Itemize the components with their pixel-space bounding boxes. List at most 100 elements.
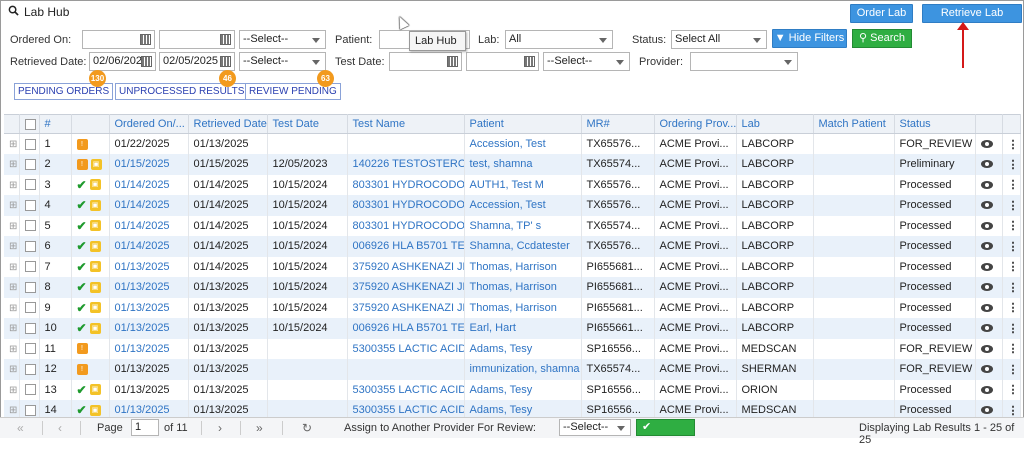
expand-icon[interactable]: ⊞ (4, 133, 20, 154)
expand-icon[interactable]: ⊞ (4, 359, 20, 380)
row-checkbox[interactable] (19, 236, 40, 257)
column-header[interactable]: Test Name (347, 114, 465, 134)
patient-link[interactable]: Accession, Test (464, 195, 582, 216)
row-checkbox[interactable] (19, 318, 40, 339)
test-name-link[interactable]: 140226 TESTOSTERON (347, 154, 465, 175)
test-name-link[interactable]: 006926 HLA B5701 TES (347, 236, 465, 257)
test-date-to-field[interactable] (466, 52, 539, 71)
select-all-checkbox[interactable] (19, 114, 40, 134)
column-header[interactable]: Ordering Prov... (654, 114, 737, 134)
expand-icon[interactable]: ⊞ (4, 297, 20, 318)
test-name-link[interactable]: 803301 HYDROCODON (347, 174, 465, 195)
order-lab-button[interactable]: Order Lab (850, 4, 913, 23)
calendar-icon[interactable] (220, 34, 231, 45)
document-icon[interactable]: ▣ (89, 261, 101, 273)
document-icon[interactable]: ▣ (89, 240, 101, 252)
document-icon[interactable]: ▣ (89, 179, 101, 191)
expand-icon[interactable]: ⊞ (4, 215, 20, 236)
patient-link[interactable]: Adams, Tesy (464, 338, 582, 359)
calendar-icon[interactable] (524, 56, 535, 67)
expand-icon[interactable]: ⊞ (4, 195, 20, 216)
process-button[interactable]: ✔ Process (636, 419, 695, 448)
ordered-on-cell[interactable]: 01/14/2025 (109, 215, 189, 236)
view-icon[interactable] (975, 133, 1003, 154)
view-icon[interactable] (975, 338, 1003, 359)
table-row[interactable]: ⊞ 5 ✔ ▣ 01/14/2025 01/14/2025 10/15/2024 803301… (4, 215, 1021, 236)
view-icon[interactable] (975, 277, 1003, 298)
more-menu-icon[interactable]: ⋮ (1002, 318, 1021, 339)
more-menu-icon[interactable]: ⋮ (1002, 215, 1021, 236)
view-icon[interactable] (975, 318, 1003, 339)
row-checkbox[interactable] (19, 195, 40, 216)
ordered-on-cell[interactable]: 01/15/2025 (109, 154, 189, 175)
test-name-link[interactable]: 5300355 LACTIC ACID I (347, 338, 465, 359)
expand-icon[interactable]: ⊞ (4, 154, 20, 175)
table-row[interactable]: ⊞ 12! 01/13/2025 01/13/2025 immunization, sh… (4, 359, 1021, 380)
patient-link[interactable]: Thomas, Harrison (464, 297, 582, 318)
first-page-button[interactable]: « (17, 420, 24, 436)
expand-icon[interactable]: ⊞ (4, 318, 20, 339)
ordered-range-select[interactable]: --Select-- (239, 30, 326, 49)
expand-icon[interactable]: ⊞ (4, 174, 20, 195)
ordered-on-cell[interactable]: 01/14/2025 (109, 174, 189, 195)
column-header[interactable]: Retrieved Date (188, 114, 268, 134)
patient-link[interactable]: Thomas, Harrison (464, 256, 582, 277)
row-checkbox[interactable] (19, 174, 40, 195)
assign-provider-select[interactable]: --Select-- (559, 419, 631, 436)
column-header[interactable]: MR# (581, 114, 655, 134)
expand-icon[interactable]: ⊞ (4, 379, 20, 400)
retrieved-range-select[interactable]: --Select-- (239, 52, 326, 71)
lab-select[interactable]: All (505, 30, 613, 49)
patient-link[interactable]: Earl, Hart (464, 318, 582, 339)
more-menu-icon[interactable]: ⋮ (1002, 133, 1021, 154)
ordered-to-field[interactable] (159, 30, 235, 49)
more-menu-icon[interactable]: ⋮ (1002, 256, 1021, 277)
column-header[interactable]: # (39, 114, 72, 134)
more-menu-icon[interactable]: ⋮ (1002, 174, 1021, 195)
table-row[interactable]: ⊞ 10 ✔ ▣ 01/13/2025 01/13/2025 10/15/2024 00692… (4, 318, 1021, 339)
next-page-button[interactable]: › (218, 420, 222, 436)
ordered-on-cell[interactable]: 01/14/2025 (109, 195, 189, 216)
test-name-link[interactable]: 803301 HYDROCODON (347, 215, 465, 236)
patient-link[interactable]: Adams, Tesy (464, 379, 582, 400)
view-icon[interactable] (975, 359, 1003, 380)
table-row[interactable]: ⊞ 7 ✔ ▣ 01/13/2025 01/14/2025 10/15/2024 375920… (4, 256, 1021, 277)
view-icon[interactable] (975, 215, 1003, 236)
view-icon[interactable] (975, 256, 1003, 277)
row-checkbox[interactable] (19, 215, 40, 236)
calendar-icon[interactable] (447, 56, 458, 67)
view-icon[interactable] (975, 154, 1003, 175)
patient-link[interactable]: immunization, shamna (464, 359, 582, 380)
column-header[interactable]: Patient (464, 114, 582, 134)
expand-icon[interactable]: ⊞ (4, 236, 20, 257)
row-checkbox[interactable] (19, 277, 40, 298)
retrieved-from-field[interactable]: 02/06/202 (89, 52, 156, 71)
test-name-link[interactable] (347, 359, 465, 380)
retrieved-to-field[interactable]: 02/05/2025 (159, 52, 235, 71)
more-menu-icon[interactable]: ⋮ (1002, 359, 1021, 380)
more-menu-icon[interactable]: ⋮ (1002, 236, 1021, 257)
view-icon[interactable] (975, 236, 1003, 257)
ordered-on-cell[interactable]: 01/13/2025 (109, 277, 189, 298)
test-name-link[interactable]: 5300355 LACTIC ACID I (347, 379, 465, 400)
table-row[interactable]: ⊞ 8 ✔ ▣ 01/13/2025 01/13/2025 10/15/2024 375920… (4, 277, 1021, 298)
patient-link[interactable]: test, shamna (464, 154, 582, 175)
search-button[interactable]: ⚲ Search (852, 29, 912, 48)
document-icon[interactable]: ▣ (89, 322, 101, 334)
table-row[interactable]: ⊞ 6 ✔ ▣ 01/14/2025 01/14/2025 10/15/2024 006926… (4, 236, 1021, 257)
row-checkbox[interactable] (19, 338, 40, 359)
calendar-icon[interactable] (141, 56, 152, 67)
document-icon[interactable]: ▣ (89, 384, 101, 396)
review-icon[interactable]: ! (76, 363, 88, 375)
refresh-icon[interactable]: ↻ (302, 420, 312, 436)
document-icon[interactable]: ▣ (89, 281, 101, 293)
table-row[interactable]: ⊞ 13 ✔ ▣ 01/13/2025 01/13/2025 5300355 LACTIC … (4, 379, 1021, 400)
more-menu-icon[interactable]: ⋮ (1002, 277, 1021, 298)
last-page-button[interactable]: » (256, 420, 263, 436)
ordered-on-cell[interactable]: 01/13/2025 (109, 338, 189, 359)
ordered-on-cell[interactable]: 01/13/2025 (109, 256, 189, 277)
table-row[interactable]: ⊞ 2! ▣ 01/15/2025 01/15/2025 12/05/2023 140226… (4, 154, 1021, 175)
view-icon[interactable] (975, 297, 1003, 318)
page-number-input[interactable]: 1 (131, 419, 159, 436)
patient-link[interactable]: Accession, Test (464, 133, 582, 154)
